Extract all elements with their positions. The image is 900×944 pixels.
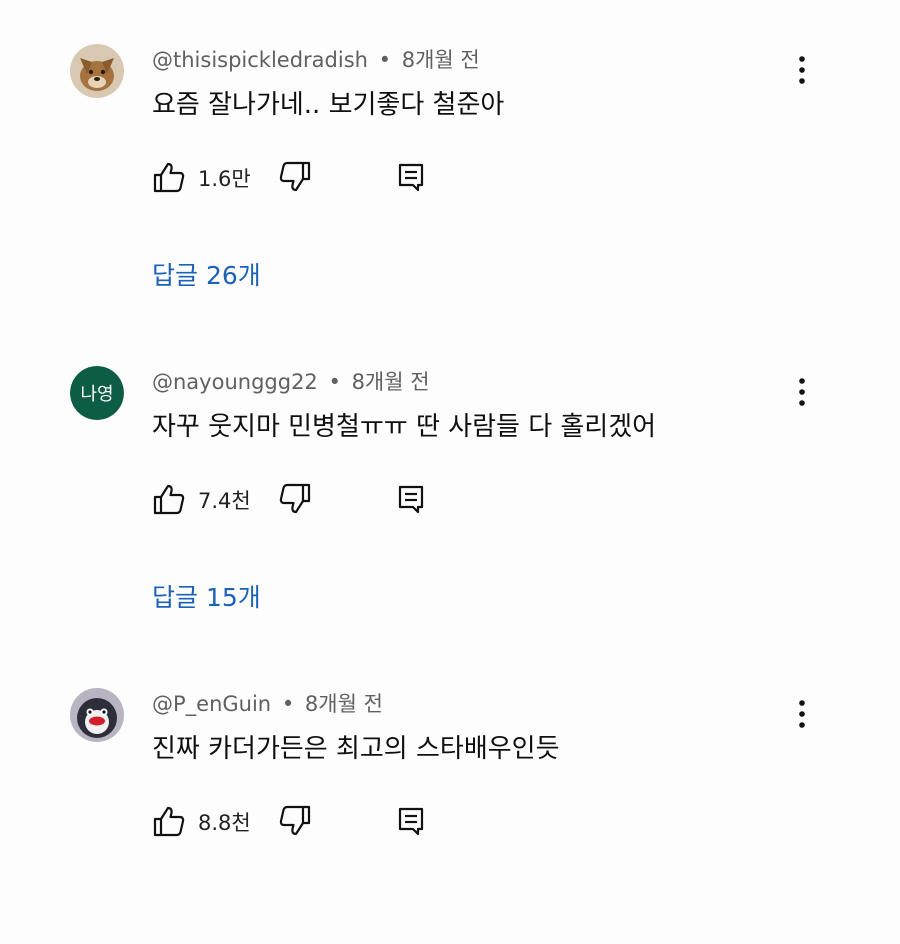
reply-button[interactable] <box>394 160 428 194</box>
like-count: 8.8천 <box>198 811 251 835</box>
comment-actions: 8.8천 <box>152 802 452 838</box>
dislike-button[interactable] <box>278 482 312 516</box>
more-options-button[interactable] <box>790 698 814 732</box>
comment-meta: @thisispickledradish • 8개월 전 <box>152 44 480 74</box>
penguin-avatar-icon <box>70 688 124 742</box>
view-replies-link[interactable]: 답글 15개 <box>152 578 261 614</box>
comment-time: 8개월 전 <box>351 370 430 394</box>
meta-separator: • <box>378 48 392 72</box>
more-vert-icon <box>799 700 805 728</box>
more-options-button[interactable] <box>790 54 814 88</box>
thumbs-up-icon <box>153 484 185 515</box>
comment-thread: 나영 @nayounggg22 • 8개월 전 자꾸 웃지마 민병철ㅠㅠ 딴 사… <box>0 322 900 622</box>
thumbs-down-icon <box>279 161 311 192</box>
avatar-initial: 나영 <box>70 366 124 420</box>
more-options-button[interactable] <box>790 376 814 410</box>
comment-actions: 1.6만 <box>152 158 452 194</box>
thumbs-up-icon <box>153 162 185 193</box>
more-vert-icon <box>799 56 805 84</box>
comment-actions: 7.4천 <box>152 480 452 516</box>
author-handle[interactable]: @P_enGuin <box>152 692 271 716</box>
like-button[interactable] <box>152 160 186 194</box>
comment-time: 8개월 전 <box>401 48 480 72</box>
meta-separator: • <box>281 692 295 716</box>
like-count: 1.6만 <box>198 167 251 191</box>
comment-thread: @P_enGuin • 8개월 전 진짜 카더가든은 최고의 스타배우인듯 8.… <box>0 644 900 944</box>
comment-reply-icon <box>398 163 424 192</box>
dislike-button[interactable] <box>278 160 312 194</box>
author-handle[interactable]: @nayounggg22 <box>152 370 318 394</box>
comment-text: 요즘 잘나가네.. 보기좋다 철준아 <box>152 90 505 120</box>
reply-button[interactable] <box>394 804 428 838</box>
avatar[interactable]: 나영 <box>70 366 124 420</box>
comment-reply-icon <box>398 485 424 514</box>
brown-dog-avatar-icon <box>70 44 124 98</box>
like-button[interactable] <box>152 804 186 838</box>
author-handle[interactable]: @thisispickledradish <box>152 48 368 72</box>
dislike-button[interactable] <box>278 804 312 838</box>
comment-reply-icon <box>398 807 424 836</box>
thumbs-up-icon <box>153 806 185 837</box>
more-vert-icon <box>799 378 805 406</box>
comment-time: 8개월 전 <box>304 692 383 716</box>
view-replies-link[interactable]: 답글 26개 <box>152 256 261 292</box>
comment-meta: @nayounggg22 • 8개월 전 <box>152 366 430 396</box>
reply-button[interactable] <box>394 482 428 516</box>
like-button[interactable] <box>152 482 186 516</box>
avatar[interactable] <box>70 688 124 742</box>
comment-meta: @P_enGuin • 8개월 전 <box>152 688 383 718</box>
avatar[interactable] <box>70 44 124 98</box>
like-count: 7.4천 <box>198 489 251 513</box>
thumbs-down-icon <box>279 483 311 514</box>
meta-separator: • <box>328 370 341 394</box>
comment-text: 자꾸 웃지마 민병철ㅠㅠ 딴 사람들 다 홀리겠어 <box>152 412 657 442</box>
comment-thread: @thisispickledradish • 8개월 전 요즘 잘나가네.. 보… <box>0 0 900 300</box>
thumbs-down-icon <box>279 805 311 836</box>
comment-text: 진짜 카더가든은 최고의 스타배우인듯 <box>152 734 560 764</box>
